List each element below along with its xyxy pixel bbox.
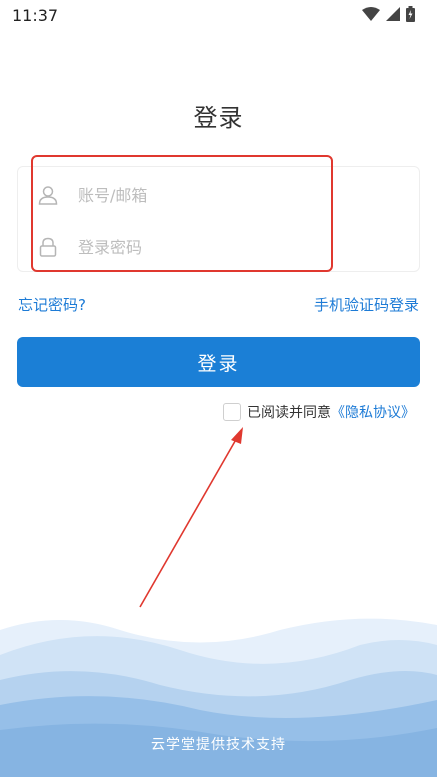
login-form [17, 166, 420, 272]
status-icons [362, 6, 415, 22]
status-bar: 11:37 [0, 0, 437, 30]
agreement-checkbox[interactable] [223, 403, 241, 421]
agreement-text: 已阅读并同意 [247, 405, 331, 421]
forgot-password-link[interactable]: 忘记密码? [18, 294, 86, 315]
account-input[interactable] [78, 185, 378, 205]
wifi-icon [362, 7, 380, 21]
battery-icon [406, 6, 415, 22]
status-time: 11:37 [12, 6, 59, 25]
user-icon [18, 185, 78, 205]
password-input[interactable] [78, 237, 378, 257]
footer-text: 云学堂提供技术支持 [151, 737, 286, 753]
login-button[interactable]: 登录 [17, 337, 420, 387]
page-title: 登录 [193, 104, 244, 132]
account-row [18, 169, 419, 221]
cellular-icon [386, 7, 400, 21]
password-row [18, 221, 419, 273]
agreement-row: 已阅读并同意 《隐私协议》 [223, 402, 415, 422]
lock-icon [18, 237, 78, 257]
sms-login-link[interactable]: 手机验证码登录 [314, 294, 419, 315]
privacy-policy-link[interactable]: 《隐私协议》 [331, 402, 415, 422]
